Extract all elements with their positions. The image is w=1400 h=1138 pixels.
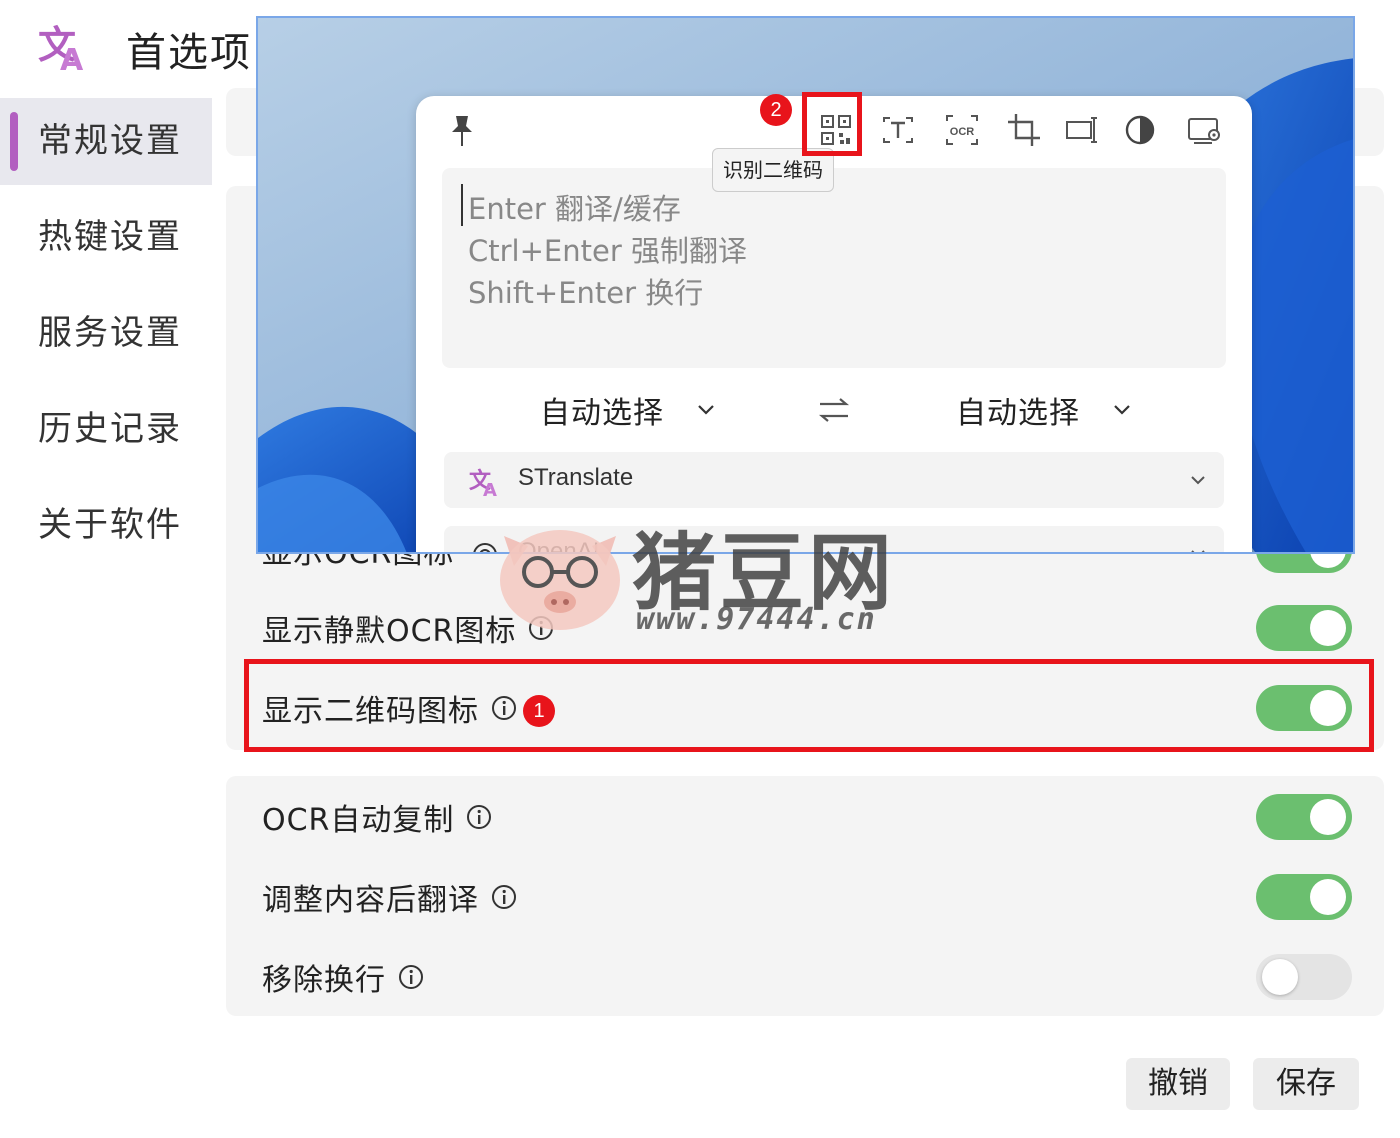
svg-text:A: A <box>483 480 497 498</box>
info-icon[interactable] <box>466 804 492 830</box>
setting-label: 移除换行 <box>262 963 386 998</box>
chevron-down-icon[interactable] <box>694 398 718 422</box>
info-icon[interactable] <box>491 884 517 910</box>
silent-ocr-icon-toggle[interactable] <box>1256 605 1352 651</box>
service-name: STranslate <box>518 464 634 491</box>
svg-text:OCR: OCR <box>950 126 975 138</box>
remove-linebreak-toggle[interactable] <box>1256 954 1352 1000</box>
sidebar-item-general[interactable]: 常规设置 <box>0 98 212 185</box>
source-text-input[interactable]: Enter 翻译/缓存 Ctrl+Enter 强制翻译 Shift+Enter … <box>442 168 1226 368</box>
translator-screenshot-overlay: OCR Enter 翻译/缓存 Ctrl+Enter 强制翻译 Shift+En… <box>256 16 1355 554</box>
service-row-openai[interactable]: OpenAI <box>444 526 1224 554</box>
placeholder-line: Shift+Enter 换行 <box>468 276 704 310</box>
source-language-select[interactable]: 自动选择 <box>540 388 664 432</box>
toggle-knob <box>1310 879 1346 915</box>
sidebar-item-services[interactable]: 服务设置 <box>0 290 212 377</box>
sidebar-item-hotkeys[interactable]: 热键设置 <box>0 194 212 281</box>
translator-window: OCR Enter 翻译/缓存 Ctrl+Enter 强制翻译 Shift+En… <box>416 96 1252 554</box>
sidebar: 常规设置 热键设置 服务设置 历史记录 关于软件 <box>0 98 212 578</box>
text-ocr-icon[interactable] <box>878 110 918 150</box>
svg-text:A: A <box>60 43 84 74</box>
swap-languages-icon[interactable] <box>816 392 852 428</box>
screen-settings-icon[interactable] <box>1184 110 1224 150</box>
chevron-down-icon[interactable] <box>1188 544 1208 554</box>
service-row-stranslate[interactable]: 文A STranslate <box>444 452 1224 508</box>
stranslate-logo-icon: 文A <box>469 468 497 498</box>
toggle-knob <box>1310 799 1346 835</box>
target-language-select[interactable]: 自动选择 <box>956 388 1080 432</box>
info-icon[interactable] <box>398 964 424 990</box>
setting-row-ocr-auto-copy: OCR自动复制 <box>262 787 1352 847</box>
annotation-badge-1: 1 <box>523 695 555 727</box>
annotation-highlight-box <box>802 92 862 156</box>
info-icon[interactable] <box>528 615 554 641</box>
chevron-down-icon[interactable] <box>1110 398 1134 422</box>
chevron-down-icon[interactable] <box>1188 470 1208 490</box>
save-button[interactable]: 保存 <box>1253 1058 1359 1110</box>
source-language-value: 自动选择 <box>540 396 664 431</box>
pin-icon[interactable] <box>442 110 482 150</box>
setting-label: OCR自动复制 <box>262 803 455 838</box>
service-name: OpenAI <box>518 538 600 554</box>
sidebar-item-history[interactable]: 历史记录 <box>0 386 212 473</box>
sidebar-item-about[interactable]: 关于软件 <box>0 482 212 569</box>
annotation-highlight-box <box>244 659 1374 752</box>
translate-after-adjust-toggle[interactable] <box>1256 874 1352 920</box>
toggle-knob <box>1262 959 1298 995</box>
ocr-auto-copy-toggle[interactable] <box>1256 794 1352 840</box>
toggle-knob <box>1310 610 1346 646</box>
openai-logo-icon <box>473 543 497 552</box>
setting-label: 显示静默OCR图标 <box>262 614 517 649</box>
target-language-value: 自动选择 <box>956 396 1080 431</box>
setting-row-silent-ocr-icon: 显示静默OCR图标 <box>262 598 1352 658</box>
cancel-button[interactable]: 撤销 <box>1126 1058 1230 1110</box>
ocr-icon[interactable]: OCR <box>942 110 982 150</box>
contrast-icon[interactable] <box>1120 110 1160 150</box>
setting-row-remove-linebreak: 移除换行 <box>262 947 1352 1007</box>
text-cursor <box>461 184 463 226</box>
setting-label: 调整内容后翻译 <box>262 883 479 918</box>
placeholder-line: Ctrl+Enter 强制翻译 <box>468 234 747 268</box>
app-logo: 文 A <box>38 23 84 74</box>
window-title: 首选项 <box>126 30 252 76</box>
crop-icon[interactable] <box>1004 110 1044 150</box>
annotation-badge-2: 2 <box>760 94 792 126</box>
placeholder-line: Enter 翻译/缓存 <box>468 192 681 226</box>
input-box-icon[interactable] <box>1062 110 1102 150</box>
setting-row-translate-after-adjust: 调整内容后翻译 <box>262 867 1352 927</box>
